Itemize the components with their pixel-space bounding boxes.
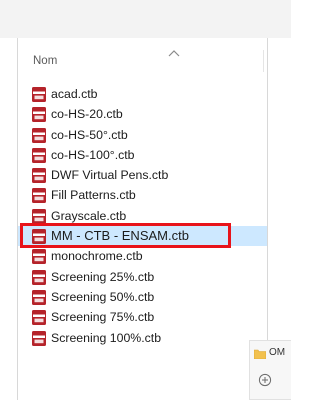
file-list-item[interactable]: MM - CTB - ENSAM.ctb	[18, 223, 267, 249]
file-name: monochrome.ctb	[51, 249, 143, 264]
file-name: co-HS-20.ctb	[51, 107, 123, 122]
file-list: acad.ctb co-HS-20.ctb co-HS-50°.ctb co-HS-1…	[18, 84, 267, 348]
ctb-file-icon	[32, 310, 46, 326]
column-separator[interactable]	[263, 50, 264, 72]
column-header-name[interactable]: Nom	[28, 50, 264, 76]
ctb-file-icon	[32, 249, 46, 265]
file-list-item[interactable]: Screening 100%.ctb	[18, 328, 267, 348]
file-name: Screening 75%.ctb	[51, 310, 155, 325]
file-list-item[interactable]: Screening 50%.ctb	[18, 287, 267, 307]
ctb-file-icon	[32, 147, 46, 163]
file-list-item[interactable]: acad.ctb	[18, 84, 267, 104]
ctb-file-icon	[32, 107, 46, 123]
context-popup: OM	[249, 340, 291, 400]
file-list-item[interactable]: monochrome.ctb	[18, 246, 267, 266]
ctb-file-icon	[32, 168, 46, 184]
file-list-pane: Nom acad.ctb co-HS-20.ctb co-HS-50°.ctb co-…	[17, 38, 268, 400]
ctb-file-icon	[32, 269, 46, 285]
ctb-file-icon	[32, 127, 46, 143]
file-list-item[interactable]: DWF Virtual Pens.ctb	[18, 165, 267, 185]
add-icon[interactable]	[258, 373, 272, 387]
column-header-label: Nom	[33, 55, 58, 67]
file-name: co-HS-100°.ctb	[51, 147, 135, 162]
file-name: co-HS-50°.ctb	[51, 127, 128, 142]
file-list-item[interactable]: Fill Patterns.ctb	[18, 185, 267, 205]
file-name: Fill Patterns.ctb	[51, 188, 136, 203]
folder-icon	[254, 349, 266, 359]
ctb-file-icon	[32, 289, 46, 305]
file-name: Screening 25%.ctb	[51, 269, 155, 284]
file-name: Screening 100%.ctb	[51, 330, 162, 345]
file-list-item[interactable]: Screening 25%.ctb	[18, 267, 267, 287]
ctb-file-icon	[32, 330, 46, 346]
file-name: acad.ctb	[51, 87, 98, 101]
file-name: Screening 50%.ctb	[51, 289, 155, 304]
popup-label: OM	[269, 347, 286, 358]
file-list-item[interactable]: co-HS-50°.ctb	[18, 125, 267, 145]
file-list-item[interactable]: co-HS-20.ctb	[18, 104, 267, 124]
annotation-highlight-box	[20, 223, 231, 249]
file-list-item[interactable]: Screening 75%.ctb	[18, 307, 267, 327]
sort-ascending-icon	[168, 50, 180, 57]
ctb-file-icon	[32, 188, 46, 204]
file-name: DWF Virtual Pens.ctb	[51, 168, 169, 183]
ctb-file-icon	[32, 208, 46, 224]
file-list-item[interactable]: co-HS-100°.ctb	[18, 145, 267, 165]
title-bar	[0, 0, 291, 38]
ctb-file-icon	[32, 87, 46, 102]
